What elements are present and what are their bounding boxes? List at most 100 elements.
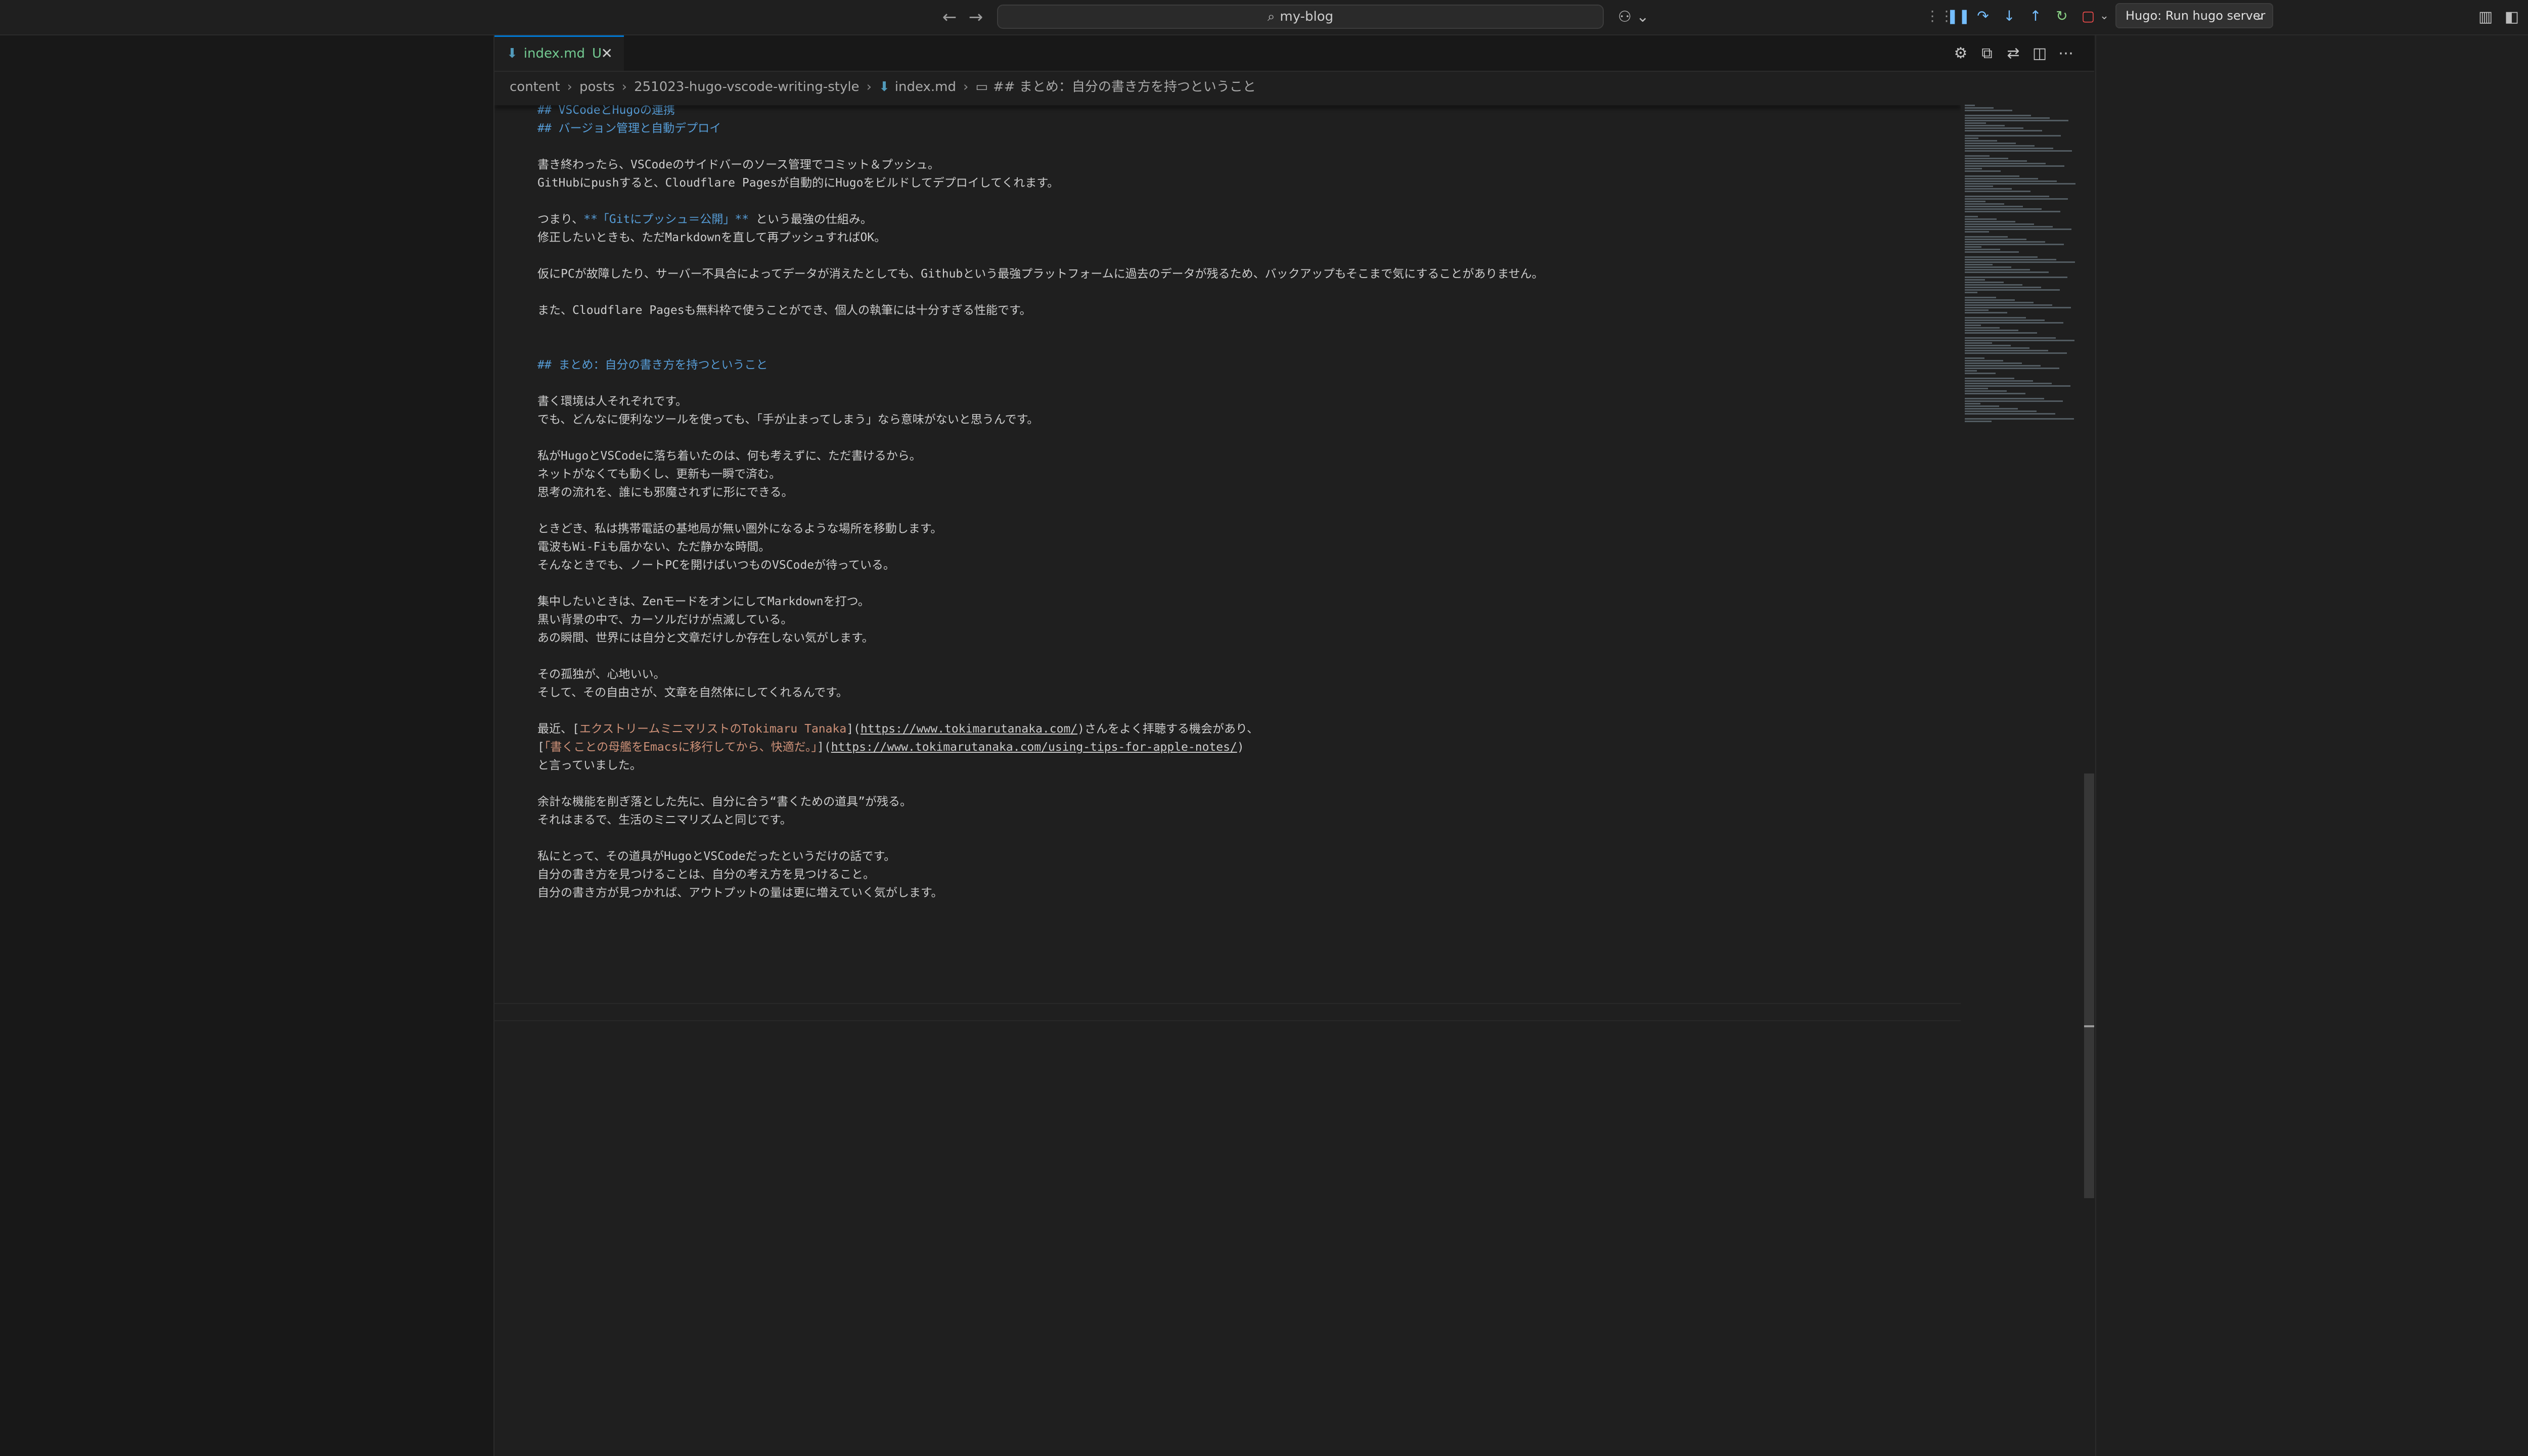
editor-line[interactable]: 電波もWi-Fiも届かない、ただ静かな時間。 <box>537 538 1544 556</box>
editor-line[interactable] <box>537 647 1544 665</box>
editor-line[interactable]: 集中したいときは、ZenモードをオンにしてMarkdownを打つ。 <box>537 593 1544 611</box>
editor-line[interactable] <box>537 775 1544 793</box>
open-changes-icon[interactable]: ⇄ <box>2000 42 2026 65</box>
breadcrumb-item-posts[interactable]: posts <box>579 79 615 95</box>
editor-line[interactable]: それはまるで、生活のミニマリズムと同じです。 <box>537 811 1544 829</box>
minimap-line <box>1965 138 1978 139</box>
editor-tabs: ⬇ index.md U ✕ ⚙ ⧉ ⇄ ◫ ⋯ <box>494 35 2094 72</box>
link-url[interactable]: https://www.tokimarutanaka.com/using-tip… <box>831 741 1237 754</box>
editor-line[interactable] <box>537 247 1544 265</box>
breadcrumb-item-heading[interactable]: ## まとめ：自分の書き方を持つということ <box>993 79 1256 95</box>
editor-line[interactable]: ときどき、私は携帯電話の基地局が無い圏外になるような場所を移動します。 <box>537 520 1544 538</box>
arrow-right-icon[interactable]: → <box>966 7 986 27</box>
editor-line[interactable]: また、Cloudflare Pagesも無料枠で使うことができ、個人の執筆には十… <box>537 301 1544 320</box>
editor-line[interactable] <box>537 338 1544 356</box>
editor-line[interactable] <box>537 283 1544 301</box>
editor[interactable]: ## VSCodeとHugoの連携 ## バージョン管理と自動デプロイ 書き終わった… <box>494 102 1961 1456</box>
line-text: 黒い背景の中で、カーソルだけが点滅している。 <box>537 613 793 626</box>
editor-lines[interactable]: ## VSCodeとHugoの連携 ## バージョン管理と自動デプロイ 書き終わった… <box>537 104 1544 902</box>
editor-line[interactable]: 書き終わったら、VSCodeのサイドバーのソース管理でコミット＆プッシュ。 <box>537 156 1544 174</box>
editor-line[interactable] <box>537 429 1544 447</box>
scrollbar[interactable] <box>2084 774 2094 1198</box>
editor-line[interactable]: でも、どんなに便利なツールを使っても、「手が止まってしまう」なら意味がないと思う… <box>537 411 1544 429</box>
drag-handle-icon[interactable]: ⋮⋮ <box>1925 5 1954 27</box>
restart-icon[interactable]: ↻ <box>2051 5 2073 27</box>
editor-line[interactable] <box>537 502 1544 520</box>
minimap-line <box>1965 380 2033 382</box>
breadcrumb-item-folder[interactable]: 251023-hugo-vscode-writing-style <box>634 79 860 95</box>
step-into-icon[interactable]: ↓ <box>1998 5 2020 27</box>
open-preview-icon[interactable]: ⧉ <box>1974 42 2000 65</box>
line-text: ]( <box>817 741 831 754</box>
arrow-left-icon[interactable]: ← <box>939 7 960 27</box>
editor-line[interactable] <box>537 702 1544 720</box>
editor-line[interactable]: あの瞬間、世界には自分と文章だけしか存在しない気がします。 <box>537 629 1544 647</box>
editor-line[interactable]: 仮にPCが故障したり、サーバー不具合によってデータが消えたとしても、Github… <box>537 265 1544 283</box>
editor-line[interactable]: と言っていました。 <box>537 756 1544 775</box>
minimap-line <box>1965 307 2071 308</box>
editor-line[interactable] <box>537 574 1544 593</box>
editor-line[interactable] <box>537 138 1544 156</box>
toggle-primary-sidebar-icon[interactable]: ◧ <box>2501 6 2523 28</box>
step-out-icon[interactable]: ↑ <box>2024 5 2047 27</box>
minimap-line <box>1965 145 2035 147</box>
editor-line[interactable]: ## バージョン管理と自動デプロイ <box>537 119 1544 138</box>
editor-line[interactable]: ネットがなくても動くし、更新も一瞬で済む。 <box>537 465 1544 483</box>
breadcrumb-item-content[interactable]: content <box>510 79 560 95</box>
editor-line[interactable] <box>537 829 1544 847</box>
editor-line[interactable] <box>537 320 1544 338</box>
editor-line[interactable]: 最近、[エクストリームミニマリストのTokimaru Tanaka](https… <box>537 720 1544 738</box>
command-center-search[interactable]: ⌕ my-blog <box>997 5 1604 29</box>
tab-index-md[interactable]: ⬇ index.md U ✕ <box>494 35 624 71</box>
chevron-right-icon: › <box>866 79 872 95</box>
minimap-line <box>1965 390 2007 392</box>
minimap-line <box>1965 160 2027 162</box>
editor-line[interactable]: 自分の書き方を見つけることは、自分の考え方を見つけること。 <box>537 866 1544 884</box>
link-text: 「書くことの母艦をEmacsに移行してから、快適だ。」 <box>544 741 817 754</box>
editor-line[interactable]: 自分の書き方が見つかれば、アウトプットの量は更に増えていく気がします。 <box>537 884 1544 902</box>
minimap[interactable] <box>1961 102 2088 1456</box>
minimap-line <box>1965 266 2011 268</box>
split-editor-icon[interactable]: ◫ <box>2026 42 2053 65</box>
editor-line[interactable]: 余計な機能を削ぎ落とした先に、自分に合う“書くための道具”が残る。 <box>537 793 1544 811</box>
minimap-line <box>1965 221 2015 222</box>
customize-layout-icon[interactable]: ▥ <box>2474 6 2497 28</box>
editor-line[interactable]: ## まとめ：自分の書き方を持つということ <box>537 356 1544 374</box>
copilot-icon[interactable]: ⚇ ⌄ <box>1618 7 1658 27</box>
minimap-line <box>1965 208 2042 210</box>
editor-line[interactable]: その孤独が、心地いい。 <box>537 665 1544 684</box>
editor-line[interactable]: [「書くことの母艦をEmacsに移行してから、快適だ。」](https://ww… <box>537 738 1544 756</box>
minimap-line <box>1965 251 2019 253</box>
editor-line[interactable]: GitHubにpushすると、Cloudflare Pagesが自動的にHugo… <box>537 174 1544 192</box>
minimap-line <box>1965 271 2049 273</box>
more-actions-icon[interactable]: ⋯ <box>2053 42 2079 65</box>
editor-line[interactable] <box>537 374 1544 392</box>
close-icon[interactable]: ✕ <box>601 37 613 70</box>
editor-line[interactable]: 思考の流れを、誰にも邪魔されずに形にできる。 <box>537 483 1544 502</box>
minimap-line <box>1965 183 2075 185</box>
step-over-icon[interactable]: ↷ <box>1972 5 1994 27</box>
copilot-chat-icon[interactable]: ⚙ <box>1948 42 1974 65</box>
task-select[interactable]: Hugo: Run hugo server ⌄ <box>2115 3 2273 28</box>
minimap-line <box>1965 421 1992 422</box>
editor-line[interactable]: 書く環境は人それぞれです。 <box>537 392 1544 411</box>
minimap-line <box>1965 287 2041 288</box>
primary-sidebar <box>0 35 494 1456</box>
breadcrumb-item-file[interactable]: index.md <box>895 79 956 95</box>
line-text: そんなときでも、ノートPCを開けばいつものVSCodeが待っている。 <box>537 559 895 572</box>
minimap-line <box>1965 246 1981 248</box>
line-text: また、Cloudflare Pagesも無料枠で使うことができ、個人の執筆には十… <box>537 304 1031 317</box>
editor-line[interactable]: 修正したいときも、ただMarkdownを直して再プッシュすればOK。 <box>537 229 1544 247</box>
editor-line[interactable]: 私にとって、その道具がHugoとVSCodeだったというだけの話です。 <box>537 847 1544 866</box>
line-text: 自分の書き方を見つけることは、自分の考え方を見つけること。 <box>537 868 875 881</box>
chevron-down-icon[interactable]: ⌄ <box>2093 5 2115 27</box>
editor-line[interactable]: つまり、**「Gitにプッシュ＝公開」** という最強の仕組み。 <box>537 210 1544 229</box>
minimap-line <box>1965 400 2063 402</box>
editor-line[interactable] <box>537 192 1544 210</box>
editor-line[interactable]: そんなときでも、ノートPCを開けばいつものVSCodeが待っている。 <box>537 556 1544 574</box>
editor-line[interactable]: 私がHugoとVSCodeに落ち着いたのは、何も考えずに、ただ書けるから。 <box>537 447 1544 465</box>
pause-icon[interactable]: ❚❚ <box>1947 5 1970 27</box>
link-url[interactable]: https://www.tokimarutanaka.com/ <box>861 722 1077 736</box>
editor-line[interactable]: 黒い背景の中で、カーソルだけが点滅している。 <box>537 611 1544 629</box>
editor-line[interactable]: そして、その自由さが、文章を自然体にしてくれるんです。 <box>537 684 1544 702</box>
